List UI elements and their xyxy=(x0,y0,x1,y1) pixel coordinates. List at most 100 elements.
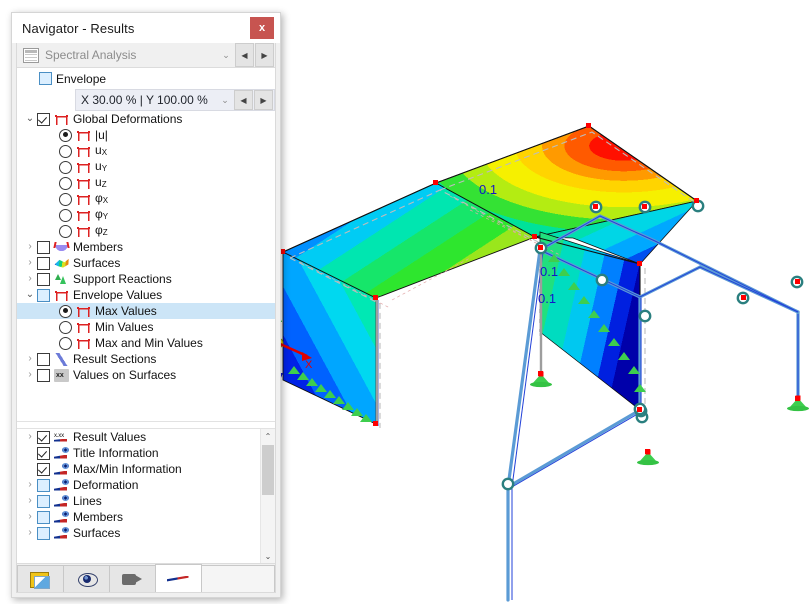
tree-item-max-values[interactable]: Max Values xyxy=(17,303,275,319)
checkbox-global-deformations[interactable] xyxy=(37,112,50,126)
tree-item-envelope-values[interactable]: ⌄ Envelope Values xyxy=(17,287,275,303)
radio-phix[interactable] xyxy=(59,192,72,206)
tree-item-lines[interactable]: › Lines xyxy=(17,493,275,509)
tab-display-navigator[interactable] xyxy=(63,565,110,592)
chevron-right-icon[interactable]: › xyxy=(23,351,37,367)
tree-item-max-and-min-values[interactable]: Max and Min Values xyxy=(17,335,275,351)
checkbox-title-information[interactable] xyxy=(37,446,50,460)
tree-item-members[interactable]: › Members xyxy=(17,239,275,255)
checkbox-max-min-information[interactable] xyxy=(37,462,50,476)
tree-item-uy[interactable]: uY xyxy=(17,159,275,175)
tree-item-phiy[interactable]: φY xyxy=(17,207,275,223)
chevron-right-icon[interactable]: › xyxy=(23,525,37,541)
checkbox-values-on-surfaces[interactable] xyxy=(37,368,50,382)
tree-item-subscript: X xyxy=(101,147,108,157)
radio-min-values[interactable] xyxy=(59,320,72,334)
tree-item-ux[interactable]: uX xyxy=(17,143,275,159)
tree-item-subscript: Z xyxy=(101,179,107,189)
chevron-down-icon[interactable]: ⌄ xyxy=(216,95,234,106)
tree-item-result-values[interactable]: › Result Values xyxy=(17,429,275,445)
envelope-next-button[interactable]: ▶ xyxy=(254,90,273,110)
radio-ux[interactable] xyxy=(59,144,72,158)
tab-project-navigator[interactable] xyxy=(17,565,64,592)
dialog-titlebar[interactable]: Navigator - Results x xyxy=(12,13,280,43)
tree-item-label: Envelope Values xyxy=(73,288,163,302)
chevron-down-icon[interactable]: ⌄ xyxy=(23,111,37,127)
tree-item-label: Global Deformations xyxy=(73,112,183,126)
checkbox-surfaces-display[interactable] xyxy=(37,526,50,540)
checkbox-result-values[interactable] xyxy=(37,430,50,444)
tree-item-label: Deformation xyxy=(73,478,139,492)
scroll-up-button[interactable]: ⌃ xyxy=(261,429,275,443)
tree-item-title-information[interactable]: Title Information xyxy=(17,445,275,461)
chevron-right-icon[interactable]: › xyxy=(23,271,37,287)
prev-case-button[interactable]: ◀ xyxy=(235,43,254,67)
tree-item-min-values[interactable]: Min Values xyxy=(17,319,275,335)
tree-item-result-sections[interactable]: › Result Sections xyxy=(17,351,275,367)
tree-item-subscript: Y xyxy=(101,163,108,173)
checkbox-surfaces[interactable] xyxy=(37,256,50,270)
chevron-right-icon[interactable]: › xyxy=(23,477,37,493)
tree-item-surfaces-display[interactable]: › Surfaces xyxy=(17,525,275,541)
tree-item-phix[interactable]: φX xyxy=(17,191,275,207)
tree-item-global-deformations[interactable]: ⌄ Global Deformations xyxy=(17,111,275,127)
tree-item-members-display[interactable]: › Members xyxy=(17,509,275,525)
checkbox-members[interactable] xyxy=(37,240,50,254)
results-tree[interactable]: ⌄ Global Deformations |u| uX uY uZ φX φY φZ › Memb… xyxy=(17,111,275,421)
chevron-down-icon[interactable]: ⌄ xyxy=(23,287,37,303)
chevron-right-icon[interactable]: › xyxy=(23,429,37,445)
tree-item-phiz[interactable]: φZ xyxy=(17,223,275,239)
checkbox-envelope-values[interactable] xyxy=(37,288,50,302)
envelope-combo[interactable]: X 30.00 % | Y 100.00 % xyxy=(76,88,216,112)
scroll-down-button[interactable]: ⌄ xyxy=(261,549,275,563)
radio-uz[interactable] xyxy=(59,176,72,190)
radio-max-and-min-values[interactable] xyxy=(59,336,72,350)
checkbox-lines[interactable] xyxy=(37,494,50,508)
label-eye-icon xyxy=(54,446,69,460)
checkbox-result-sections[interactable] xyxy=(37,352,50,366)
frame-icon xyxy=(76,208,91,222)
envelope-checkbox[interactable] xyxy=(39,72,52,85)
tab-results-navigator[interactable] xyxy=(155,564,202,592)
envelope-prev-button[interactable]: ◀ xyxy=(234,90,253,110)
scrollbar-thumb[interactable] xyxy=(262,445,274,495)
chevron-right-icon[interactable]: › xyxy=(23,509,37,525)
support-icon xyxy=(54,273,69,286)
tree-item-uz[interactable]: uZ xyxy=(17,175,275,191)
close-icon[interactable]: x xyxy=(250,17,274,39)
checkbox-support-reactions[interactable] xyxy=(37,272,50,286)
radio-phiy[interactable] xyxy=(59,208,72,222)
display-tree[interactable]: ⌃ ⌄ › Result Values Title Information Max/M… xyxy=(17,429,275,563)
load-case-value: Spectral Analysis xyxy=(45,48,137,62)
envelope-row[interactable]: Envelope xyxy=(17,68,275,89)
picture-folder-icon xyxy=(29,570,52,589)
chevron-down-icon[interactable]: ⌄ xyxy=(217,50,235,61)
tree-item-values-on-surfaces[interactable]: › Values on Surfaces xyxy=(17,367,275,384)
tree-item-label: Max and Min Values xyxy=(95,336,203,350)
tree-item-deformation[interactable]: › Deformation xyxy=(17,477,275,493)
tree-item-surfaces[interactable]: › Surfaces xyxy=(17,255,275,271)
tree-item-label: Result Values xyxy=(73,430,147,444)
tree-splitter[interactable] xyxy=(17,421,275,429)
chevron-right-icon[interactable]: › xyxy=(23,493,37,509)
next-case-button[interactable]: ▶ xyxy=(255,43,274,67)
display-tree-scrollbar[interactable]: ⌃ ⌄ xyxy=(260,429,275,563)
tab-views-navigator[interactable] xyxy=(109,565,156,592)
radio-phiz[interactable] xyxy=(59,224,72,238)
chevron-right-icon[interactable]: › xyxy=(23,367,37,383)
chevron-right-icon[interactable]: › xyxy=(23,255,37,271)
frame-icon xyxy=(76,320,91,334)
result-label: 0.1 xyxy=(538,291,556,306)
radio-max-values[interactable] xyxy=(59,304,72,318)
tree-item-max-min-information[interactable]: Max/Min Information xyxy=(17,461,275,477)
chevron-right-icon[interactable]: › xyxy=(23,239,37,255)
tree-item-support-reactions[interactable]: › Support Reactions xyxy=(17,271,275,287)
checkbox-members-display[interactable] xyxy=(37,510,50,524)
tree-item-u-abs[interactable]: |u| xyxy=(17,127,275,143)
navigator-results-dialog[interactable]: Navigator - Results x Spectral Analysis … xyxy=(11,12,281,598)
frame-icon xyxy=(76,160,91,174)
checkbox-deformation[interactable] xyxy=(37,478,50,492)
radio-uy[interactable] xyxy=(59,160,72,174)
load-case-combo[interactable]: Spectral Analysis xyxy=(17,43,217,67)
radio-u-abs[interactable] xyxy=(59,128,72,142)
